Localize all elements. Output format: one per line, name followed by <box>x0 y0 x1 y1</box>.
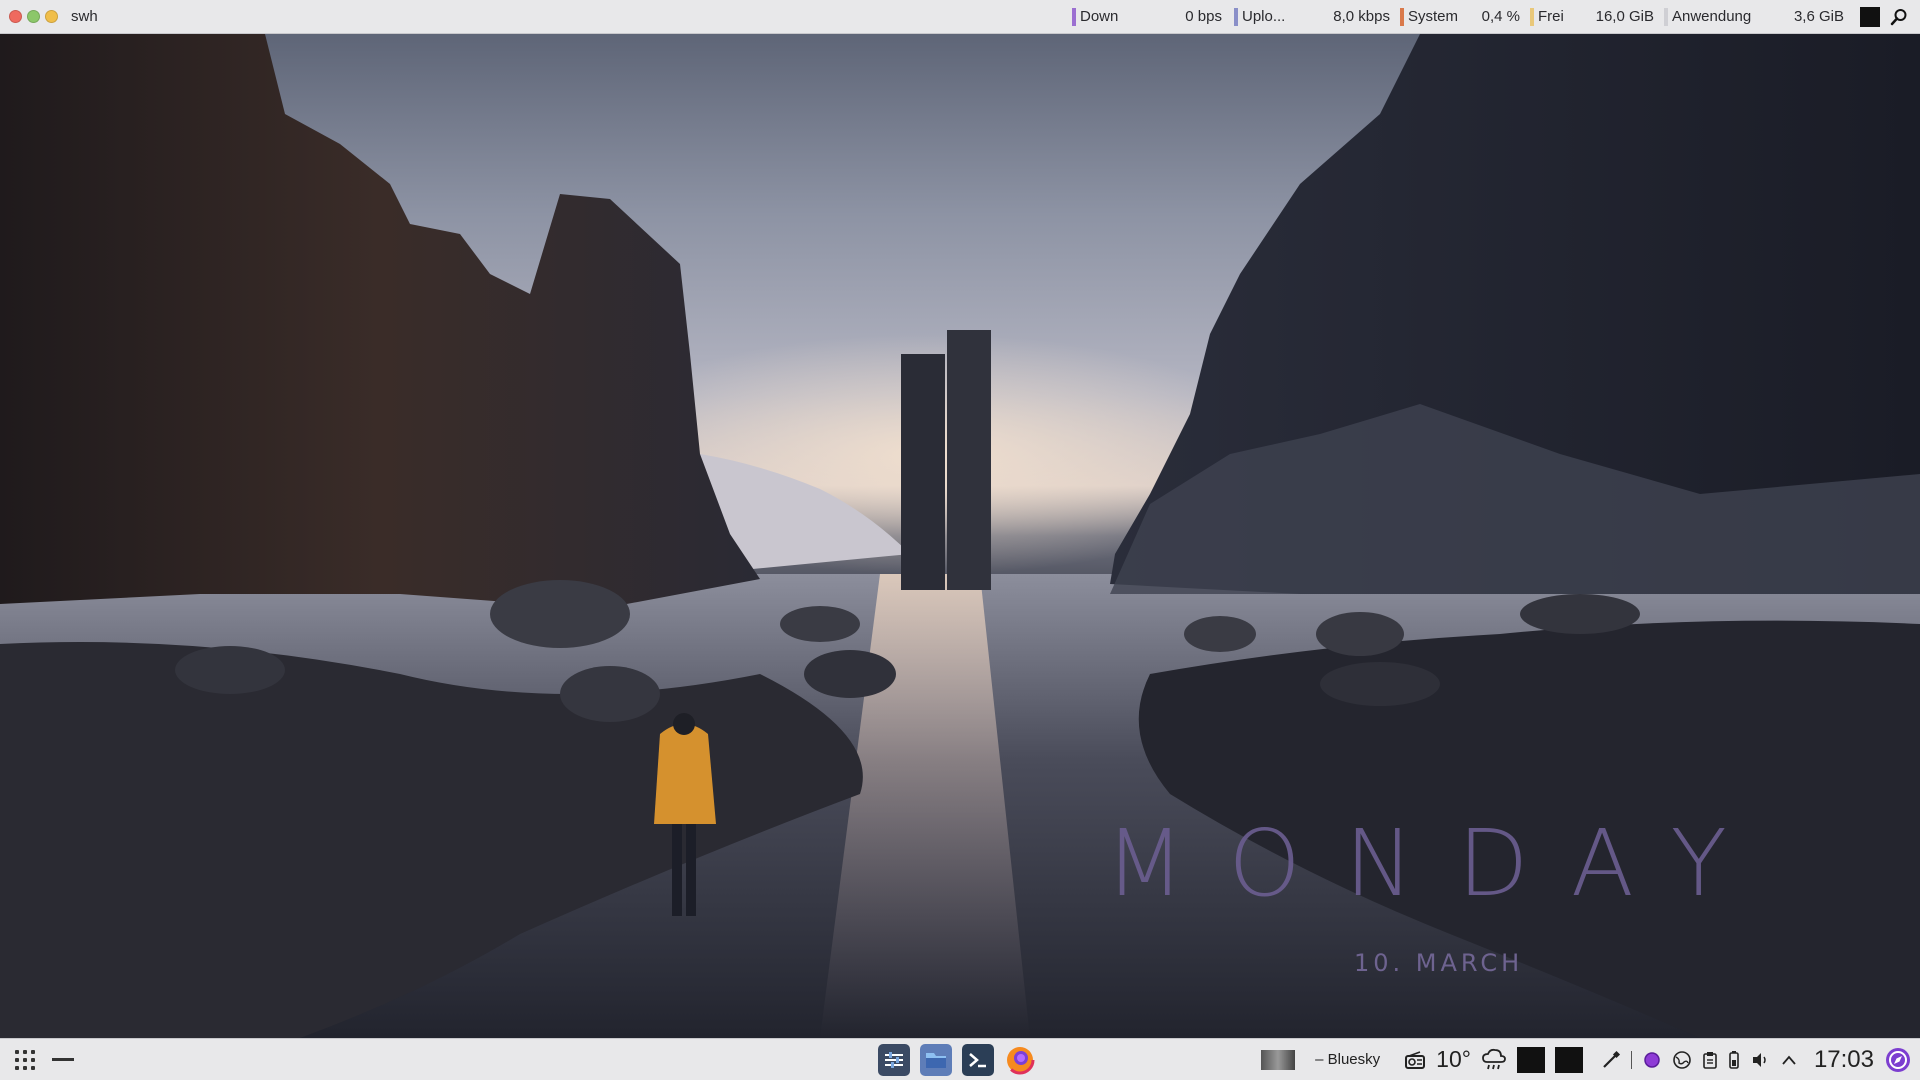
volume-icon[interactable] <box>1750 1050 1770 1070</box>
clipboard-icon[interactable] <box>1702 1050 1718 1070</box>
system-tray: – Bluesky 10° 17:03 <box>1261 1039 1920 1080</box>
settings-app-icon[interactable] <box>878 1044 910 1076</box>
show-desktop-button[interactable] <box>52 1058 74 1061</box>
memory-free-bar <box>1530 7 1534 26</box>
battery-icon[interactable] <box>1728 1050 1740 1070</box>
weather-rain-icon[interactable] <box>1481 1048 1507 1072</box>
date-text: 10. MARCH <box>1354 949 1524 977</box>
radio-icon[interactable] <box>1404 1050 1426 1070</box>
desktop-wallpaper: MONDAY 10. MARCH <box>0 34 1920 1038</box>
app-launcher-icon[interactable] <box>12 1047 38 1073</box>
firefox-icon[interactable] <box>1004 1044 1036 1076</box>
active-window-title: swh <box>71 8 98 25</box>
network-globe-icon[interactable] <box>1672 1050 1692 1070</box>
sysmon-memory-app[interactable]: Anwendung 3,6 GiB <box>1664 0 1848 33</box>
cpu-value: 0,4 % <box>1481 8 1520 25</box>
media-thumbnail-icon[interactable] <box>1261 1049 1296 1070</box>
download-bar <box>1072 7 1076 26</box>
search-icon[interactable] <box>1888 6 1910 28</box>
day-of-week-text: MONDAY <box>1105 810 1771 917</box>
night-color-icon[interactable] <box>1642 1050 1662 1070</box>
media-title[interactable]: – Bluesky <box>1315 1051 1380 1068</box>
close-window-button[interactable] <box>9 10 22 23</box>
sysmon-memory-free[interactable]: Frei 16,0 GiB <box>1530 0 1656 33</box>
upload-bar <box>1234 7 1238 26</box>
separator <box>1630 1050 1632 1069</box>
sysmon-cpu[interactable]: System 0,4 % <box>1400 0 1522 33</box>
memory-app-label: Anwendung <box>1672 8 1752 25</box>
download-value: 0 bps <box>1185 8 1222 25</box>
memory-app-bar <box>1664 7 1668 26</box>
tray-widget-box-2[interactable] <box>1554 1046 1583 1073</box>
cpu-label: System <box>1408 8 1459 25</box>
color-widget-square[interactable] <box>1860 6 1880 27</box>
digital-clock[interactable]: 17:03 <box>1814 1046 1874 1074</box>
upload-label: Uplo... <box>1242 8 1286 25</box>
memory-free-value: 16,0 GiB <box>1595 8 1654 25</box>
memory-app-value: 3,6 GiB <box>1793 8 1844 25</box>
task-manager <box>878 1044 1036 1076</box>
memory-free-label: Frei <box>1538 8 1564 25</box>
sysmon-upload[interactable]: Uplo... 8,0 kbps <box>1234 0 1392 33</box>
download-label: Down <box>1080 8 1119 25</box>
weather-temperature[interactable]: 10° <box>1436 1046 1471 1073</box>
sysmon-download[interactable]: Down 0 bps <box>1072 0 1226 33</box>
top-panel: swh Down 0 bps Uplo... 8,0 kbps System 0… <box>0 0 1920 34</box>
maximize-window-button[interactable] <box>45 10 58 23</box>
bottom-panel: – Bluesky 10° 17:03 <box>0 1038 1920 1080</box>
upload-value: 8,0 kbps <box>1333 8 1390 25</box>
tray-widget-box-1[interactable] <box>1516 1046 1545 1073</box>
minimize-window-button[interactable] <box>27 10 40 23</box>
file-manager-icon[interactable] <box>920 1044 952 1076</box>
terminal-icon[interactable] <box>962 1044 994 1076</box>
chevron-up-icon[interactable] <box>1780 1053 1798 1067</box>
cpu-bar <box>1400 7 1404 26</box>
color-picker-icon[interactable] <box>1601 1050 1621 1070</box>
system-monitor[interactable]: Down 0 bps Uplo... 8,0 kbps System 0,4 %… <box>1072 0 1848 33</box>
window-controls <box>9 10 58 23</box>
compass-menu-icon[interactable] <box>1884 1046 1912 1074</box>
